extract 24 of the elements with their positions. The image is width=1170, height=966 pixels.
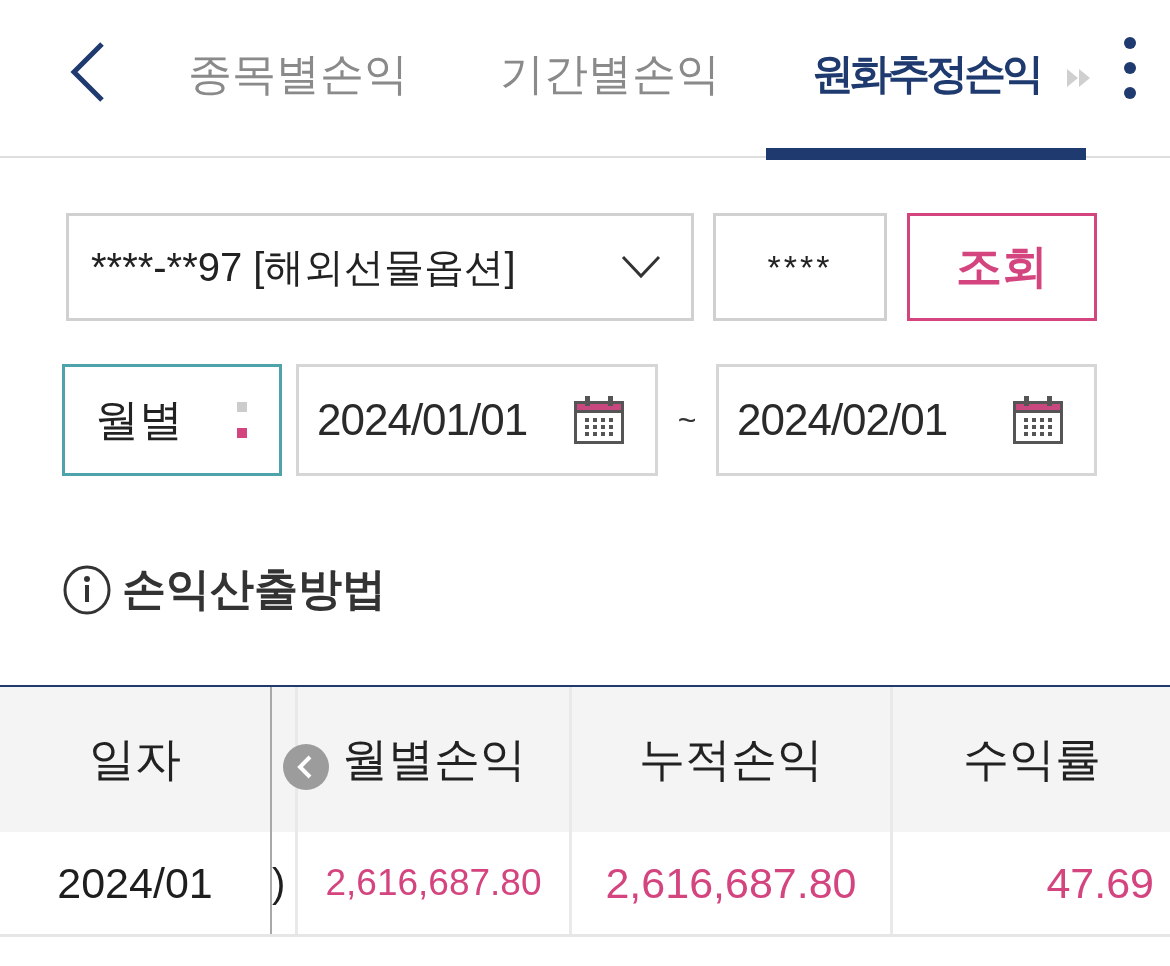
table-cell: 2024/01 <box>0 832 272 934</box>
account-select[interactable]: ****-**97 [해외선물옵션] <box>66 213 694 321</box>
table-cell: 2,616,687.80 <box>298 832 572 934</box>
info-icon <box>62 564 112 615</box>
period-select[interactable]: 월별 <box>62 364 282 476</box>
end-date-field[interactable]: 2024/02/01 <box>716 364 1097 476</box>
start-date-field[interactable]: 2024/01/01 <box>296 364 658 476</box>
info-link[interactable]: 손익산출방법 <box>62 560 386 619</box>
calendar-icon[interactable] <box>1012 395 1064 445</box>
table-cell: 2,616,687.80 <box>572 832 893 934</box>
column-header: 수익률 <box>961 731 1102 787</box>
search-button[interactable]: 조회 <box>907 213 1097 321</box>
password-field[interactable]: **** <box>713 213 887 321</box>
two-squares-icon <box>237 402 247 438</box>
tab[interactable]: 원화추정손익 <box>766 0 1086 160</box>
double-triangle-icon <box>1067 68 1091 88</box>
calendar-icon[interactable] <box>573 395 625 445</box>
range-separator: ~ <box>676 400 698 440</box>
table-cell: ) <box>272 832 298 934</box>
table-cell-text: 47.69 <box>1045 857 1155 909</box>
chevron-down-icon <box>621 255 661 279</box>
column-header: 누적손익 <box>572 687 893 832</box>
column-header: 일자 <box>0 687 272 832</box>
circle-chevron-left-icon[interactable] <box>283 744 329 790</box>
